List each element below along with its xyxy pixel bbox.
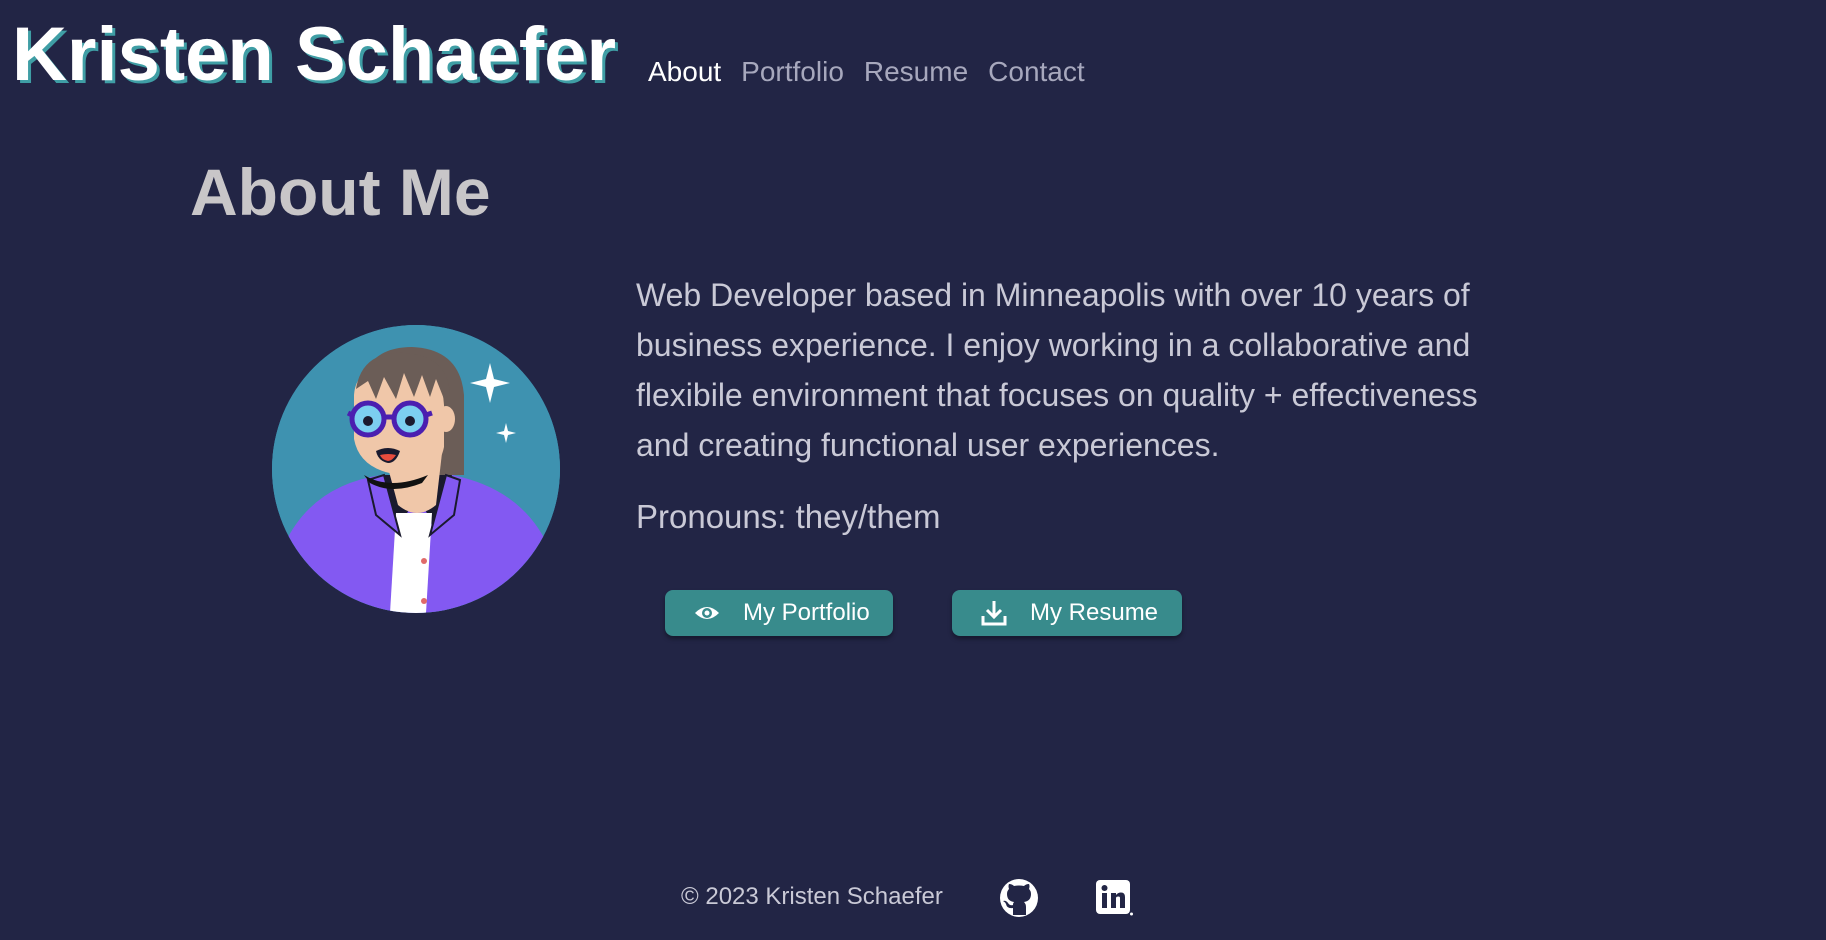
nav-resume[interactable]: Resume: [864, 52, 968, 92]
copyright-text: © 2023 Kristen Schaefer: [681, 883, 943, 910]
nav-about[interactable]: About: [648, 52, 721, 92]
site-header: Kristen Schaefer About Portfolio Resume …: [0, 0, 1826, 110]
linkedin-link[interactable]: [1094, 878, 1134, 918]
my-resume-button[interactable]: My Resume: [952, 590, 1182, 636]
nav-contact[interactable]: Contact: [988, 52, 1085, 92]
avatar: [272, 325, 560, 613]
site-name[interactable]: Kristen Schaefer: [12, 8, 616, 102]
pronouns-text: Pronouns: they/them: [636, 498, 941, 535]
my-portfolio-label: My Portfolio: [743, 599, 870, 626]
main-nav: About Portfolio Resume Contact: [648, 52, 1105, 92]
my-resume-label: My Resume: [1030, 599, 1159, 626]
bio-text: Web Developer based in Minneapolis with …: [636, 277, 1478, 463]
site-footer: © 2023 Kristen Schaefer: [0, 870, 1826, 930]
avatar-illustration: [272, 325, 560, 613]
about-title: About Me: [190, 155, 491, 229]
github-icon: [1000, 879, 1038, 917]
linkedin-icon: [1096, 880, 1133, 916]
github-link[interactable]: [999, 878, 1039, 918]
nav-portfolio[interactable]: Portfolio: [741, 52, 844, 92]
my-portfolio-button[interactable]: My Portfolio: [665, 590, 893, 636]
eye-icon: [693, 599, 721, 627]
download-icon: [980, 599, 1008, 627]
